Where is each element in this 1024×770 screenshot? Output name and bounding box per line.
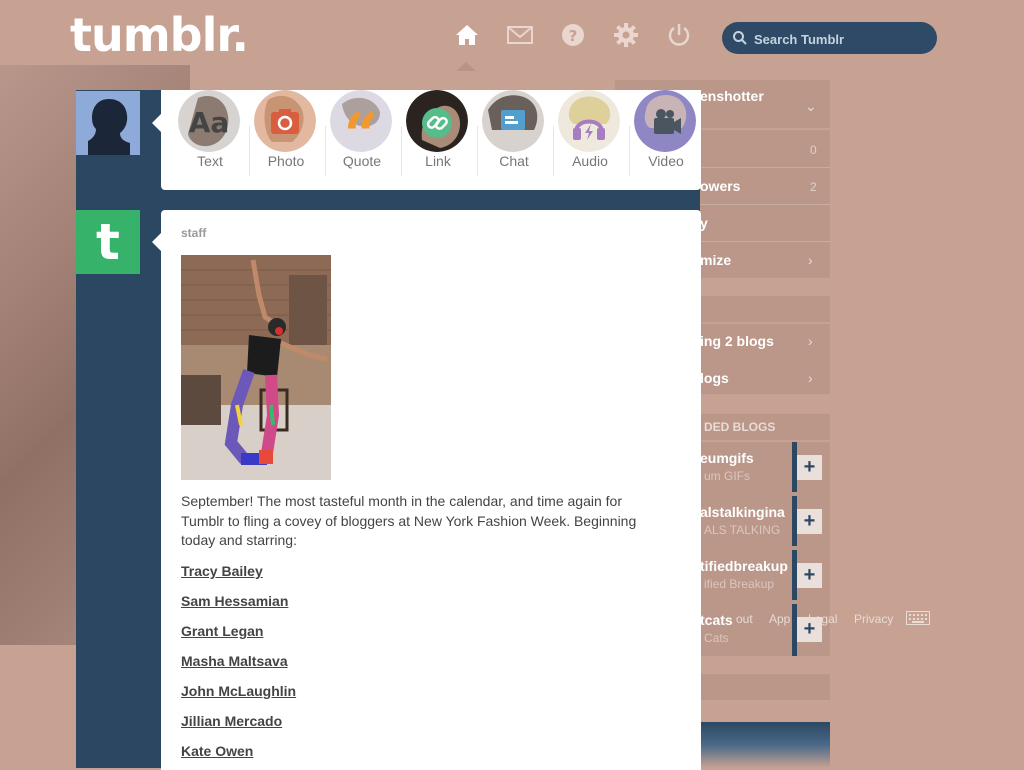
help-icon[interactable]: ? [560, 22, 586, 48]
sidebar-item-find-blogs[interactable]: logs [700, 370, 729, 386]
stat-count: 0 [810, 143, 817, 157]
post-type-label: Link [425, 153, 451, 169]
post-type-label: Chat [499, 153, 529, 169]
staff-avatar[interactable]: t [76, 210, 140, 274]
post-link[interactable]: John McLaughlin [181, 683, 296, 699]
chevron-right-icon: › [808, 252, 813, 268]
post-link[interactable]: Masha Maltsava [181, 653, 288, 669]
chevron-down-icon[interactable]: ⌄ [805, 98, 817, 115]
photo-post-button[interactable]: Photo [243, 90, 326, 190]
recommended-blog-name[interactable]: tifiedbreakup [700, 558, 788, 574]
tumblr-logo[interactable]: tumblr. [70, 8, 249, 62]
post-link[interactable]: Sam Hessamian [181, 593, 288, 609]
stat-count: 2 [810, 180, 817, 194]
sidebar-item-customize[interactable]: mize [700, 252, 731, 268]
quote-post-button[interactable]: “ Quote [319, 90, 402, 190]
avatar-pointer [152, 114, 161, 132]
post-pointer [152, 233, 161, 251]
post-type-bar: Aa Text Photo “ Quote Link Chat Audio Vi… [161, 90, 701, 190]
video-post-button[interactable]: Video [623, 90, 699, 190]
user-avatar[interactable] [76, 91, 140, 155]
video-post-icon [634, 90, 696, 152]
home-icon[interactable] [454, 22, 480, 48]
svg-text:Aa: Aa [189, 106, 230, 139]
follow-button[interactable]: + [797, 455, 822, 480]
recommended-blog-name[interactable]: eumgifs [700, 450, 754, 466]
svg-text:“: “ [344, 101, 379, 152]
post-type-label: Quote [342, 153, 382, 169]
post-link[interactable]: Kate Owen [181, 743, 253, 759]
post-photo[interactable] [181, 255, 331, 480]
user-silhouette-icon [76, 91, 140, 155]
power-icon[interactable] [666, 22, 692, 48]
quote-post-icon: “ [330, 90, 392, 152]
keyboard-icon[interactable] [906, 611, 930, 625]
gear-icon[interactable] [613, 22, 639, 48]
recommended-blog-title: um GIFs [704, 469, 751, 483]
recommended-blog-title: Cats [704, 631, 729, 645]
sidebar-item-followers[interactable]: owers [700, 178, 740, 194]
search-box[interactable] [722, 22, 937, 56]
footer-link-apps[interactable]: App [769, 612, 790, 626]
sidebar-blog-name[interactable]: enshotter [700, 88, 764, 104]
post-type-label: Photo [267, 153, 305, 169]
mail-icon[interactable] [507, 22, 533, 48]
recommended-blogs-heading: DED BLOGS [704, 420, 776, 434]
chat-post-icon [482, 90, 544, 152]
follow-button[interactable]: + [797, 509, 822, 534]
footer-link-about[interactable]: out [736, 612, 753, 626]
recommended-blog-name[interactable]: alstalkingina [700, 504, 785, 520]
link-post-button[interactable]: Link [395, 90, 478, 190]
footer-link-privacy[interactable]: Privacy [854, 612, 893, 626]
post-link[interactable]: Jillian Mercado [181, 713, 282, 729]
post-type-label: Audio [572, 153, 608, 169]
post-type-label: Text [197, 153, 223, 169]
post-author[interactable]: staff [181, 226, 206, 240]
chevron-right-icon: › [808, 370, 813, 386]
follow-button[interactable]: + [797, 563, 822, 588]
tumblr-t-logo: t [96, 213, 120, 271]
chat-post-button[interactable]: Chat [471, 90, 554, 190]
sidebar-item-following[interactable]: ing 2 blogs [700, 333, 774, 349]
sidebar-item-activity[interactable]: y [700, 215, 708, 231]
post-link[interactable]: Grant Legan [181, 623, 263, 639]
link-post-icon [406, 90, 468, 152]
text-post-icon: Aa [178, 90, 240, 152]
search-icon [733, 31, 747, 45]
recommended-blog-name[interactable]: tcats [700, 612, 733, 628]
photo-post-icon [254, 90, 316, 152]
post-type-label: Video [648, 153, 684, 169]
audio-post-button[interactable]: Audio [547, 90, 630, 190]
footer-link-legal[interactable]: Legal [808, 612, 837, 626]
post-body: September! The most tasteful month in th… [181, 493, 637, 548]
chevron-right-icon: › [808, 333, 813, 349]
active-nav-indicator [456, 62, 476, 71]
search-input[interactable] [752, 22, 931, 56]
svg-text:?: ? [569, 27, 578, 45]
recommended-blog-title: ALS TALKING [704, 523, 781, 537]
dancer-photo [181, 255, 331, 480]
text-post-button[interactable]: Aa Text [167, 90, 250, 190]
recommended-blog-title: ified Breakup [704, 577, 775, 591]
dashboard-post: staff September! The most tasteful month… [161, 210, 701, 770]
post-link[interactable]: Tracy Bailey [181, 563, 263, 579]
audio-post-icon [558, 90, 620, 152]
